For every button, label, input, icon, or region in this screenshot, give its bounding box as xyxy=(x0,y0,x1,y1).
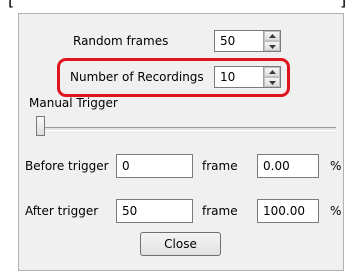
top-cropped-area: [ ] xyxy=(0,0,356,10)
before-trigger-percent-unit: % xyxy=(330,159,342,173)
before-trigger-label: Before trigger xyxy=(25,159,109,173)
before-trigger-frames-value[interactable]: 0 xyxy=(122,159,130,173)
arrow-up-icon xyxy=(269,34,276,38)
random-frames-spin-buttons xyxy=(263,31,280,51)
right-bracket: ] xyxy=(340,0,346,8)
before-trigger-frames-input[interactable]: 0 xyxy=(116,154,193,178)
manual-trigger-label: Manual Trigger xyxy=(29,96,118,110)
random-frames-spinbox[interactable]: 50 xyxy=(214,30,281,52)
before-trigger-percent-value[interactable]: 0.00 xyxy=(263,159,290,173)
random-frames-label: Random frames xyxy=(73,34,169,48)
manual-trigger-slider-track[interactable] xyxy=(40,127,336,131)
after-trigger-frame-unit: frame xyxy=(202,204,238,218)
left-bracket: [ xyxy=(8,0,14,8)
arrow-down-icon xyxy=(269,45,276,49)
spin-down-button[interactable] xyxy=(264,41,280,51)
random-frames-value[interactable]: 50 xyxy=(220,34,235,48)
close-button[interactable]: Close xyxy=(140,232,221,256)
before-trigger-frame-unit: frame xyxy=(202,159,238,173)
manual-trigger-slider-thumb[interactable] xyxy=(36,116,45,136)
after-trigger-percent-unit: % xyxy=(330,204,342,218)
before-trigger-percent-input[interactable]: 0.00 xyxy=(257,154,319,178)
after-trigger-label: After trigger xyxy=(25,204,99,218)
spin-up-button[interactable] xyxy=(264,31,280,41)
after-trigger-percent-value[interactable]: 100.00 xyxy=(263,204,305,218)
after-trigger-percent-input[interactable]: 100.00 xyxy=(257,199,319,223)
after-trigger-frames-input[interactable]: 50 xyxy=(116,199,193,223)
dialog-screenshot: [ ] Random frames 50 Number of Recording… xyxy=(0,0,356,276)
recordings-highlight-outline xyxy=(57,58,290,97)
after-trigger-frames-value[interactable]: 50 xyxy=(122,204,137,218)
